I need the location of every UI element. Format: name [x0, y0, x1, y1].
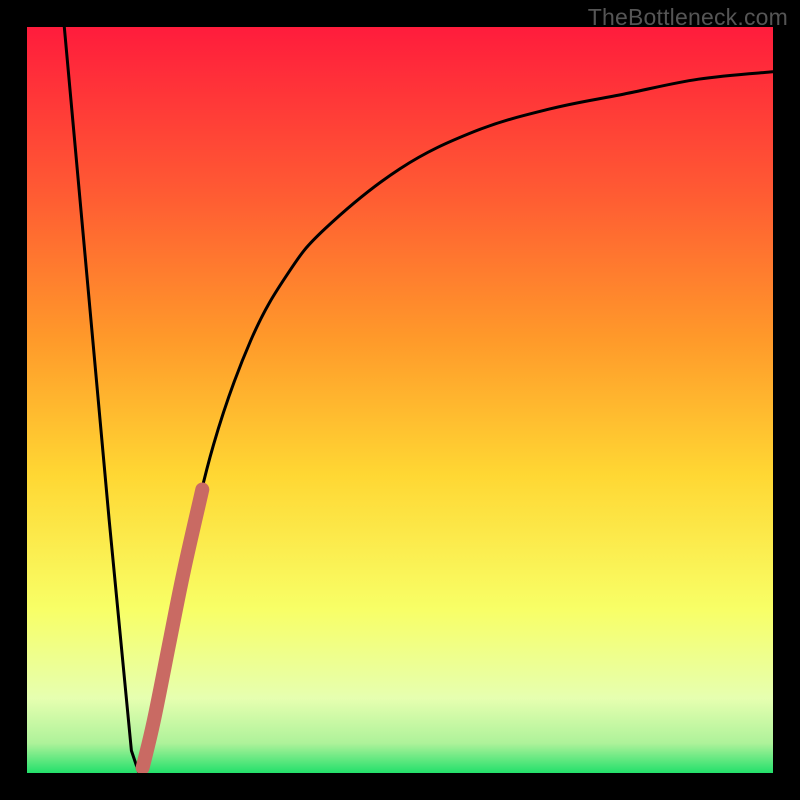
chart-frame: TheBottleneck.com: [0, 0, 800, 800]
gradient-background: [27, 27, 773, 773]
plot-area: [27, 27, 773, 773]
